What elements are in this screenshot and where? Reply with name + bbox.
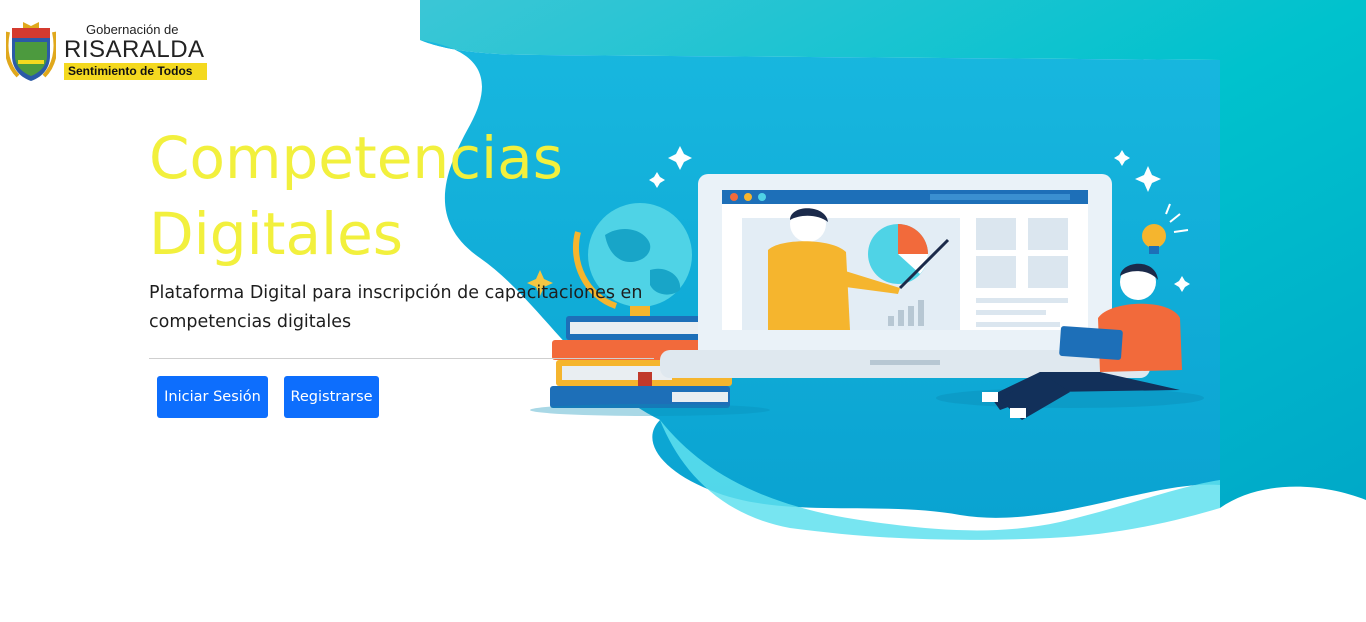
register-button[interactable]: Registrarse xyxy=(284,376,379,418)
divider xyxy=(149,358,654,359)
hero-subtitle: Plataforma Digital para inscripción de c… xyxy=(149,283,643,332)
pie-chart-icon xyxy=(868,224,928,284)
login-button[interactable]: Iniciar Sesión xyxy=(157,376,268,418)
brand-slogan: Sentimiento de Todos xyxy=(64,63,207,80)
brand-line-1: Gobernación de xyxy=(86,22,179,37)
brand-logo[interactable]: Gobernación de RISARALDA Sentimiento de … xyxy=(6,18,211,84)
brand-name: RISARALDA xyxy=(64,36,205,63)
coat-of-arms-icon xyxy=(6,22,56,81)
hero-title: Competencias Digitales xyxy=(149,124,563,268)
